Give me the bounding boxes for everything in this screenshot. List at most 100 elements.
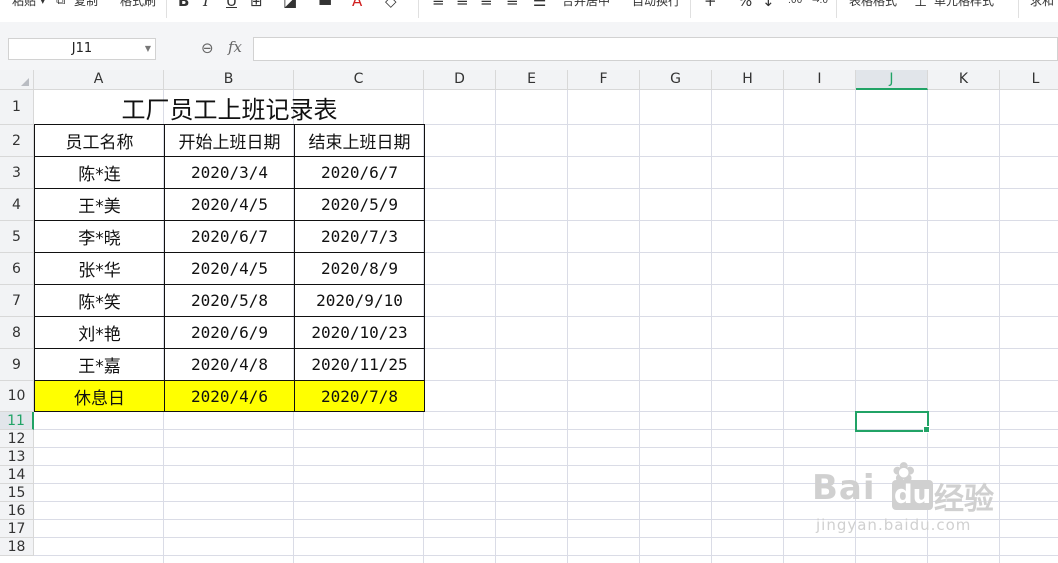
justify-icon[interactable]: ≡ [506, 0, 519, 10]
align-right-icon[interactable]: ≡ [480, 0, 493, 10]
merge-center-button[interactable]: 合并居中 [562, 0, 610, 10]
row-header[interactable]: 5 [0, 221, 34, 253]
table-cell[interactable]: 陈*笑 [34, 284, 165, 317]
column-header[interactable]: F [568, 70, 640, 90]
zoom-icon[interactable]: ⊖ [201, 39, 214, 57]
row-header[interactable]: 15 [0, 484, 34, 502]
row-header[interactable]: 10 [0, 381, 34, 412]
fx-icon[interactable]: fx [228, 38, 242, 56]
row-header[interactable]: 12 [0, 430, 34, 448]
increase-decimal-icon[interactable]: .00 [788, 0, 802, 10]
row-header[interactable]: 11 [0, 412, 34, 430]
table-cell[interactable]: 2020/3/4 [164, 156, 295, 189]
sheet-title[interactable]: 工厂员工上班记录表 [34, 90, 425, 125]
chevron-down-icon[interactable]: ▼ [145, 39, 151, 59]
fill-handle[interactable] [923, 426, 930, 433]
paste-button[interactable]: 粘贴 [12, 0, 36, 10]
column-header[interactable]: D [424, 70, 496, 90]
copy-icon[interactable]: ⧉ [56, 0, 65, 10]
table-cell[interactable]: 张*华 [34, 252, 165, 285]
row-header[interactable]: 16 [0, 502, 34, 520]
row-header[interactable]: 2 [0, 125, 34, 157]
active-cell-selection[interactable] [855, 411, 930, 433]
sum-button[interactable]: 求和 [1030, 0, 1054, 10]
header-cell[interactable]: 开始上班日期 [164, 124, 295, 157]
holiday-cell[interactable]: 2020/7/8 [294, 380, 425, 412]
currency-icon[interactable]: + [704, 0, 717, 10]
header-cell[interactable]: 员工名称 [34, 124, 165, 157]
table-cell[interactable]: 2020/10/23 [294, 316, 425, 349]
table-cell[interactable]: 2020/6/9 [164, 316, 295, 349]
table-cell[interactable]: 2020/5/8 [164, 284, 295, 317]
row-header[interactable]: 18 [0, 538, 34, 556]
clear-format-icon[interactable]: ◇ [385, 0, 397, 10]
row-header[interactable]: 6 [0, 253, 34, 285]
row-header[interactable]: 3 [0, 157, 34, 189]
border-icon[interactable]: ⊞ [250, 0, 263, 10]
grid-line [855, 90, 856, 563]
row-header[interactable]: 7 [0, 285, 34, 317]
select-all-corner[interactable] [0, 70, 34, 90]
distributed-icon[interactable]: ☰ [533, 0, 546, 10]
row-header[interactable]: 1 [0, 90, 34, 125]
format-painter-button[interactable]: 格式刷 [120, 0, 156, 10]
ribbon-toolbar: 粘贴 ▾ ⧉ 复制 格式刷 B I U ⊞ ◪ ▬ A ◇ ≡ ≡ ≡ ≡ ☰ … [0, 0, 1058, 23]
table-cell[interactable]: 2020/5/9 [294, 188, 425, 221]
table-cell[interactable]: 2020/11/25 [294, 348, 425, 381]
fill-color-icon[interactable]: ◪ [283, 0, 297, 10]
chevron-down-icon[interactable]: ▾ [40, 0, 46, 10]
underline-icon[interactable]: U [226, 0, 237, 10]
column-header[interactable]: I [784, 70, 856, 90]
bold-icon[interactable]: B [178, 0, 189, 10]
cell-style-icon[interactable]: ⊥ [914, 0, 927, 10]
italic-icon[interactable]: I [203, 0, 209, 10]
grid-line [34, 465, 1058, 466]
align-center-icon[interactable]: ≡ [456, 0, 469, 10]
row-header[interactable]: 17 [0, 520, 34, 538]
column-header[interactable]: J [856, 70, 928, 90]
column-header[interactable]: L [1000, 70, 1058, 90]
row-header[interactable]: 13 [0, 448, 34, 466]
name-box[interactable]: J11 ▼ [8, 38, 156, 60]
column-header[interactable]: K [928, 70, 1000, 90]
holiday-cell[interactable]: 2020/4/6 [164, 380, 295, 412]
highlight-icon[interactable]: ▬ [318, 0, 332, 10]
copy-button[interactable]: 复制 [74, 0, 98, 10]
table-cell[interactable]: 2020/8/9 [294, 252, 425, 285]
percent-icon[interactable]: % [738, 0, 752, 10]
formula-input[interactable] [253, 37, 1058, 61]
row-header[interactable]: 9 [0, 349, 34, 381]
table-cell[interactable]: 陈*连 [34, 156, 165, 189]
table-cell[interactable]: 刘*艳 [34, 316, 165, 349]
thousands-icon[interactable]: ↕ [762, 0, 775, 10]
column-header[interactable]: B [164, 70, 294, 90]
table-cell[interactable]: 2020/6/7 [164, 220, 295, 253]
row-header[interactable]: 4 [0, 189, 34, 221]
column-header[interactable]: H [712, 70, 784, 90]
holiday-cell[interactable]: 休息日 [34, 380, 165, 412]
table-cell[interactable]: 2020/6/7 [294, 156, 425, 189]
align-left-icon[interactable]: ≡ [432, 0, 445, 10]
row-header[interactable]: 8 [0, 317, 34, 349]
table-cell[interactable]: 2020/9/10 [294, 284, 425, 317]
toolbar-divider [418, 0, 419, 18]
table-cell[interactable]: 2020/4/8 [164, 348, 295, 381]
wrap-text-button[interactable]: 自动换行 [632, 0, 680, 10]
font-color-icon[interactable]: A [352, 0, 362, 10]
header-cell[interactable]: 结束上班日期 [294, 124, 425, 157]
column-header[interactable]: G [640, 70, 712, 90]
decrease-decimal-icon[interactable]: →.0 [812, 0, 828, 10]
table-cell[interactable]: 王*美 [34, 188, 165, 221]
column-header[interactable]: E [496, 70, 568, 90]
row-header[interactable]: 14 [0, 466, 34, 484]
table-cell[interactable]: 李*晓 [34, 220, 165, 253]
table-cell[interactable]: 2020/4/5 [164, 188, 295, 221]
table-cell[interactable]: 王*嘉 [34, 348, 165, 381]
table-cell[interactable]: 2020/7/3 [294, 220, 425, 253]
select-all-icon [21, 78, 29, 86]
cell-style-button[interactable]: 单元格样式 [934, 0, 994, 10]
column-header[interactable]: C [294, 70, 424, 90]
table-cell[interactable]: 2020/4/5 [164, 252, 295, 285]
table-style-button[interactable]: 表格格式 [849, 0, 897, 10]
column-header[interactable]: A [34, 70, 164, 90]
